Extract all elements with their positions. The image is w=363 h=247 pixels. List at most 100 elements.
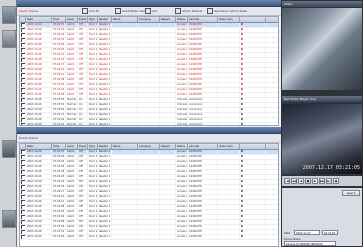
stop-button[interactable]: ■ xyxy=(305,178,311,184)
camera-icon[interactable]: ◘ xyxy=(240,170,266,174)
column-header[interactable]: Card No. xyxy=(188,144,218,149)
column-header[interactable]: Time xyxy=(52,17,66,22)
column-header[interactable]: Level xyxy=(66,17,78,22)
camera-icon[interactable]: ◘ xyxy=(240,150,266,154)
camera-icon[interactable]: ◘ xyxy=(240,103,266,107)
fast-forward-button[interactable]: ▶▶ xyxy=(319,178,325,184)
column-header[interactable]: Time xyxy=(52,144,66,149)
column-header[interactable]: Reader xyxy=(98,17,112,22)
table-cell: 07:24:32 xyxy=(53,160,66,164)
table-row[interactable]: 2007-10-26 07:23:41 Normal On Door 1 Reader 1… xyxy=(20,123,278,125)
table-cell: Reader 1 xyxy=(99,88,112,92)
table-cell xyxy=(112,23,138,27)
camera-icon[interactable]: ◘ xyxy=(240,225,266,229)
live-video-1[interactable] xyxy=(282,8,362,90)
playback-video[interactable]: 2007.12.17 03:21:05 xyxy=(282,104,362,174)
camera-icon[interactable]: ◘ xyxy=(240,33,266,37)
column-header[interactable]: Company xyxy=(138,17,160,22)
camera-icon[interactable]: ◘ xyxy=(240,118,266,122)
camera-icon[interactable]: ◘ xyxy=(240,230,266,234)
camera-icon[interactable]: ◘ xyxy=(240,78,266,82)
device-name-field[interactable]: Sample #1/SMP001(IN00000) xyxy=(284,241,336,246)
column-header[interactable]: Event xyxy=(78,144,88,149)
column-header[interactable]: Depart. xyxy=(160,144,176,149)
camera-icon[interactable]: ◘ xyxy=(240,155,266,159)
camera-icon[interactable]: ◘ xyxy=(240,48,266,52)
camera-thumb-2[interactable] xyxy=(2,30,16,48)
column-header[interactable]: Type xyxy=(88,144,98,149)
camera-icon[interactable]: ◘ xyxy=(240,98,266,102)
column-header[interactable] xyxy=(240,144,266,149)
camera-icon[interactable]: ◘ xyxy=(240,185,266,189)
camera-icon[interactable]: ◘ xyxy=(240,88,266,92)
camera-icon[interactable]: ◘ xyxy=(240,113,266,117)
camera-icon[interactable]: ◘ xyxy=(240,180,266,184)
table-cell: Door 1 xyxy=(89,175,98,179)
camera-icon[interactable]: ◘ xyxy=(240,165,266,169)
record-button[interactable]: ● xyxy=(333,178,339,184)
column-header[interactable]: Status xyxy=(176,144,188,149)
camera-icon[interactable]: ◘ xyxy=(240,53,266,57)
camera-icon[interactable]: ◘ xyxy=(240,83,266,87)
camera-icon[interactable]: ◘ xyxy=(240,123,266,125)
camera-icon[interactable]: ◘ xyxy=(240,160,266,164)
skip-back-button[interactable]: |◀ xyxy=(284,178,290,184)
camera-icon[interactable]: ◘ xyxy=(240,38,266,42)
camera-icon[interactable]: ◘ xyxy=(240,205,266,209)
time-field[interactable]: 03:21:05 xyxy=(322,230,338,235)
column-header[interactable]: Depart. xyxy=(160,17,176,22)
camera-thumb-3[interactable] xyxy=(2,140,16,158)
table-cell: 2007-10-26 xyxy=(26,170,52,174)
column-header[interactable]: Reader xyxy=(98,144,112,149)
column-header[interactable]: Video Cam xyxy=(218,144,240,149)
alarm-details-button[interactable]: Alarm Details xyxy=(175,8,202,14)
camera-icon[interactable]: ◘ xyxy=(240,175,266,179)
skip-forward-button[interactable]: ▶| xyxy=(326,178,332,184)
camera-icon[interactable]: ◘ xyxy=(240,220,266,224)
camera-icon[interactable]: ◘ xyxy=(240,195,266,199)
table-cell xyxy=(160,83,176,87)
column-header[interactable]: Status xyxy=(176,17,188,22)
column-header[interactable]: Video Cam xyxy=(218,17,240,22)
column-header[interactable]: Date xyxy=(26,17,52,22)
column-header[interactable]: Name xyxy=(112,144,138,149)
date-field[interactable]: 2007-12-17 xyxy=(294,230,320,235)
camera-icon[interactable]: ◘ xyxy=(240,235,266,239)
camera-icon[interactable]: ◘ xyxy=(240,23,266,27)
column-header[interactable] xyxy=(240,17,266,22)
camera-icon[interactable]: ◘ xyxy=(240,190,266,194)
camera-icon[interactable]: ◘ xyxy=(240,210,266,214)
column-header[interactable]: Date xyxy=(26,144,52,149)
ack-all-button[interactable]: Ack All xyxy=(82,8,99,14)
camera-icon[interactable]: ◘ xyxy=(240,43,266,47)
camera-icon[interactable]: ◘ xyxy=(240,108,266,112)
table-cell: Normal xyxy=(67,118,78,122)
search-button[interactable]: Search xyxy=(342,190,360,196)
table-cell: 10440078 xyxy=(188,200,218,204)
camera-icon[interactable]: ◘ xyxy=(240,68,266,72)
step-back-button[interactable]: ◀ xyxy=(298,178,304,184)
camera-icon[interactable]: ◘ xyxy=(240,215,266,219)
camera-thumb-1[interactable] xyxy=(2,6,16,24)
camera-icon[interactable]: ◘ xyxy=(240,93,266,97)
camera-icon[interactable]: ◘ xyxy=(240,28,266,32)
column-header[interactable]: Name xyxy=(112,17,138,22)
camera-icon[interactable]: ◘ xyxy=(240,58,266,62)
ack-delete-alarm-button[interactable]: Ack/Delete Alarm xyxy=(115,8,148,14)
play-button[interactable]: ▶ xyxy=(312,178,318,184)
column-header[interactable]: Company xyxy=(138,144,160,149)
ack-button[interactable]: Ack xyxy=(145,8,157,14)
table-cell: 2007-10-26 xyxy=(26,160,52,164)
camera-thumb-4[interactable] xyxy=(2,210,16,228)
camera-icon[interactable]: ◘ xyxy=(240,73,266,77)
column-header[interactable]: Level xyxy=(66,144,78,149)
table-cell: 07:23:44 xyxy=(53,118,66,122)
column-header[interactable]: Event xyxy=(78,17,88,22)
operation-alarm-data-button[interactable]: Operation Alarm Data xyxy=(207,8,247,14)
column-header[interactable]: Type xyxy=(88,17,98,22)
camera-icon[interactable]: ◘ xyxy=(240,200,266,204)
camera-icon[interactable]: ◘ xyxy=(240,63,266,67)
table-row[interactable]: 2007-10-26 07:23:50 Alarm Off Door 1 Reader 1… xyxy=(20,235,278,240)
rewind-button[interactable]: ◀◀ xyxy=(291,178,297,184)
column-header[interactable]: Card No. xyxy=(188,17,218,22)
